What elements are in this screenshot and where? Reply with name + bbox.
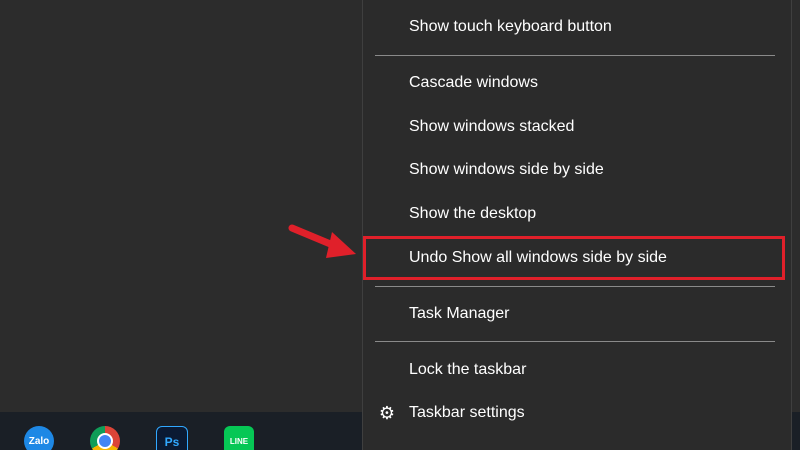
menu-item-label: Task Manager [409, 305, 510, 322]
menu-item-label: Show the desktop [409, 205, 537, 222]
line-icon-label: LINE [229, 436, 249, 446]
menu-item-show-windows-stacked[interactable]: Show windows stacked [363, 106, 791, 148]
chrome-icon-center [97, 433, 113, 449]
menu-separator [375, 341, 775, 342]
photoshop-app-icon[interactable]: Ps [156, 426, 188, 450]
photoshop-icon-label: Ps [164, 435, 180, 449]
screen: Zalo Ps LINE Show touch keyboard button … [0, 0, 800, 450]
menu-item-show-touch-keyboard[interactable]: Show touch keyboard button [363, 6, 791, 48]
menu-separator [375, 55, 775, 56]
menu-separator [375, 286, 775, 287]
line-app-icon[interactable]: LINE [224, 426, 254, 450]
highlight-box [363, 236, 785, 280]
menu-item-task-manager[interactable]: Task Manager [363, 293, 791, 335]
menu-item-taskbar-settings[interactable]: ⚙ Taskbar settings [363, 392, 791, 434]
menu-item-label: Show touch keyboard button [409, 18, 612, 35]
menu-item-label: Show windows side by side [409, 161, 604, 178]
menu-item-label: Cascade windows [409, 74, 538, 91]
zalo-icon-label: Zalo [28, 435, 50, 447]
menu-item-label: Show windows stacked [409, 118, 575, 135]
menu-item-cascade-windows[interactable]: Cascade windows [363, 62, 791, 104]
menu-item-show-the-desktop[interactable]: Show the desktop [363, 193, 791, 235]
menu-item-label: Lock the taskbar [409, 361, 527, 378]
red-arrow-icon [288, 224, 356, 258]
menu-item-show-windows-side-by-side[interactable]: Show windows side by side [363, 149, 791, 191]
chrome-app-icon[interactable] [90, 426, 120, 450]
menu-item-lock-the-taskbar[interactable]: Lock the taskbar [363, 349, 791, 391]
taskbar-context-menu: Show touch keyboard button Cascade windo… [362, 0, 792, 450]
menu-item-label: Taskbar settings [409, 404, 525, 421]
zalo-app-icon[interactable]: Zalo [24, 426, 54, 450]
gear-icon: ⚙ [378, 403, 396, 423]
